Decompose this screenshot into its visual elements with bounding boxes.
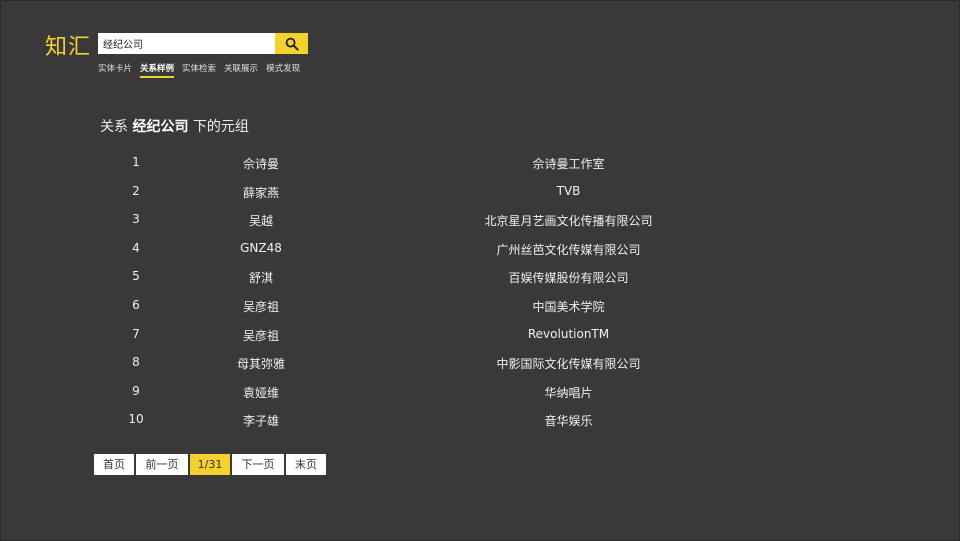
title-suffix: 下的元组	[188, 119, 249, 135]
row-entity-link[interactable]: 舒淇	[201, 269, 321, 286]
tuple-row: 2 薛家燕 TVB	[1, 178, 960, 207]
row-index: 4	[132, 240, 140, 255]
row-value-link[interactable]: TVB	[431, 184, 706, 198]
row-value-link[interactable]: 广州丝芭文化传媒有限公司	[431, 241, 706, 258]
row-entity-link[interactable]: 袁娅维	[201, 384, 321, 401]
row-value-link[interactable]: RevolutionTM	[431, 327, 706, 341]
nav-tabs: 实体卡片 关系样例 实体检索 关联展示 模式发现	[98, 62, 300, 78]
relation-name: 经纪公司	[132, 119, 189, 135]
tuple-row: 1 佘诗曼 佘诗曼工作室	[1, 149, 960, 178]
tab-entity-card[interactable]: 实体卡片	[98, 62, 132, 78]
search-input[interactable]	[98, 33, 275, 54]
row-entity-link[interactable]: 吴彦祖	[201, 298, 321, 315]
row-entity-link[interactable]: 吴越	[201, 212, 321, 229]
row-entity-link[interactable]: 吴彦祖	[201, 327, 321, 344]
row-entity-link[interactable]: GNZ48	[201, 241, 321, 255]
row-index: 5	[132, 269, 140, 284]
row-value-link[interactable]: 百娱传媒股份有限公司	[431, 269, 706, 286]
row-value-link[interactable]: 中国美术学院	[431, 298, 706, 315]
tuple-row: 4 GNZ48 广州丝芭文化传媒有限公司	[1, 235, 960, 264]
row-index: 9	[132, 383, 140, 398]
row-index: 2	[132, 183, 140, 198]
tuple-row: 7 吴彦祖 RevolutionTM	[1, 321, 960, 350]
next-page-button[interactable]: 下一页	[232, 454, 284, 475]
first-page-button[interactable]: 首页	[94, 454, 134, 475]
row-value-link[interactable]: 音华娱乐	[431, 412, 706, 429]
row-index: 8	[132, 355, 140, 370]
tuple-row: 6 吴彦祖 中国美术学院	[1, 292, 960, 321]
row-index: 10	[128, 412, 144, 427]
row-entity-link[interactable]: 李子雄	[201, 412, 321, 429]
tuple-row: 9 袁娅维 华纳唱片	[1, 378, 960, 407]
tab-pattern-discovery[interactable]: 模式发现	[266, 62, 300, 78]
search-button[interactable]	[275, 33, 308, 54]
search-icon	[285, 37, 299, 51]
row-entity-link[interactable]: 薛家燕	[201, 184, 321, 201]
page: 知汇 实体卡片 关系样例 实体检索 关联展示 模式发现 关系 经纪公司 下的元组…	[0, 0, 960, 541]
row-value-link[interactable]: 华纳唱片	[431, 384, 706, 401]
title-prefix: 关系	[100, 119, 133, 135]
tuple-row: 8 母其弥雅 中影国际文化传媒有限公司	[1, 349, 960, 378]
current-page-indicator: 1/31	[190, 454, 230, 475]
row-value-link[interactable]: 中影国际文化传媒有限公司	[431, 355, 706, 372]
pagination: 首页 前一页 1/31 下一页 末页	[94, 454, 326, 475]
row-value-link[interactable]: 北京星月艺画文化传播有限公司	[431, 212, 706, 229]
prev-page-button[interactable]: 前一页	[136, 454, 188, 475]
row-entity-link[interactable]: 母其弥雅	[201, 355, 321, 372]
tab-entity-search[interactable]: 实体检索	[182, 62, 216, 78]
search-bar	[98, 33, 308, 54]
row-index: 7	[132, 326, 140, 341]
tuple-row: 10 李子雄 音华娱乐	[1, 406, 960, 435]
tuple-row: 5 舒淇 百娱传媒股份有限公司	[1, 263, 960, 292]
tuple-row: 3 吴越 北京星月艺画文化传播有限公司	[1, 206, 960, 235]
tuple-list: 1 佘诗曼 佘诗曼工作室 2 薛家燕 TVB 3 吴越 北京星月艺画文化传播有限…	[1, 149, 960, 435]
page-title: 关系 经纪公司 下的元组	[100, 116, 249, 136]
row-index: 3	[132, 212, 140, 227]
last-page-button[interactable]: 末页	[286, 454, 326, 475]
row-entity-link[interactable]: 佘诗曼	[201, 155, 321, 172]
tab-relation-examples[interactable]: 关系样例	[140, 62, 175, 78]
app-logo[interactable]: 知汇	[45, 29, 91, 61]
row-index: 6	[132, 297, 140, 312]
row-value-link[interactable]: 佘诗曼工作室	[431, 155, 706, 172]
row-index: 1	[132, 155, 140, 169]
tab-relation-display[interactable]: 关联展示	[224, 62, 258, 78]
